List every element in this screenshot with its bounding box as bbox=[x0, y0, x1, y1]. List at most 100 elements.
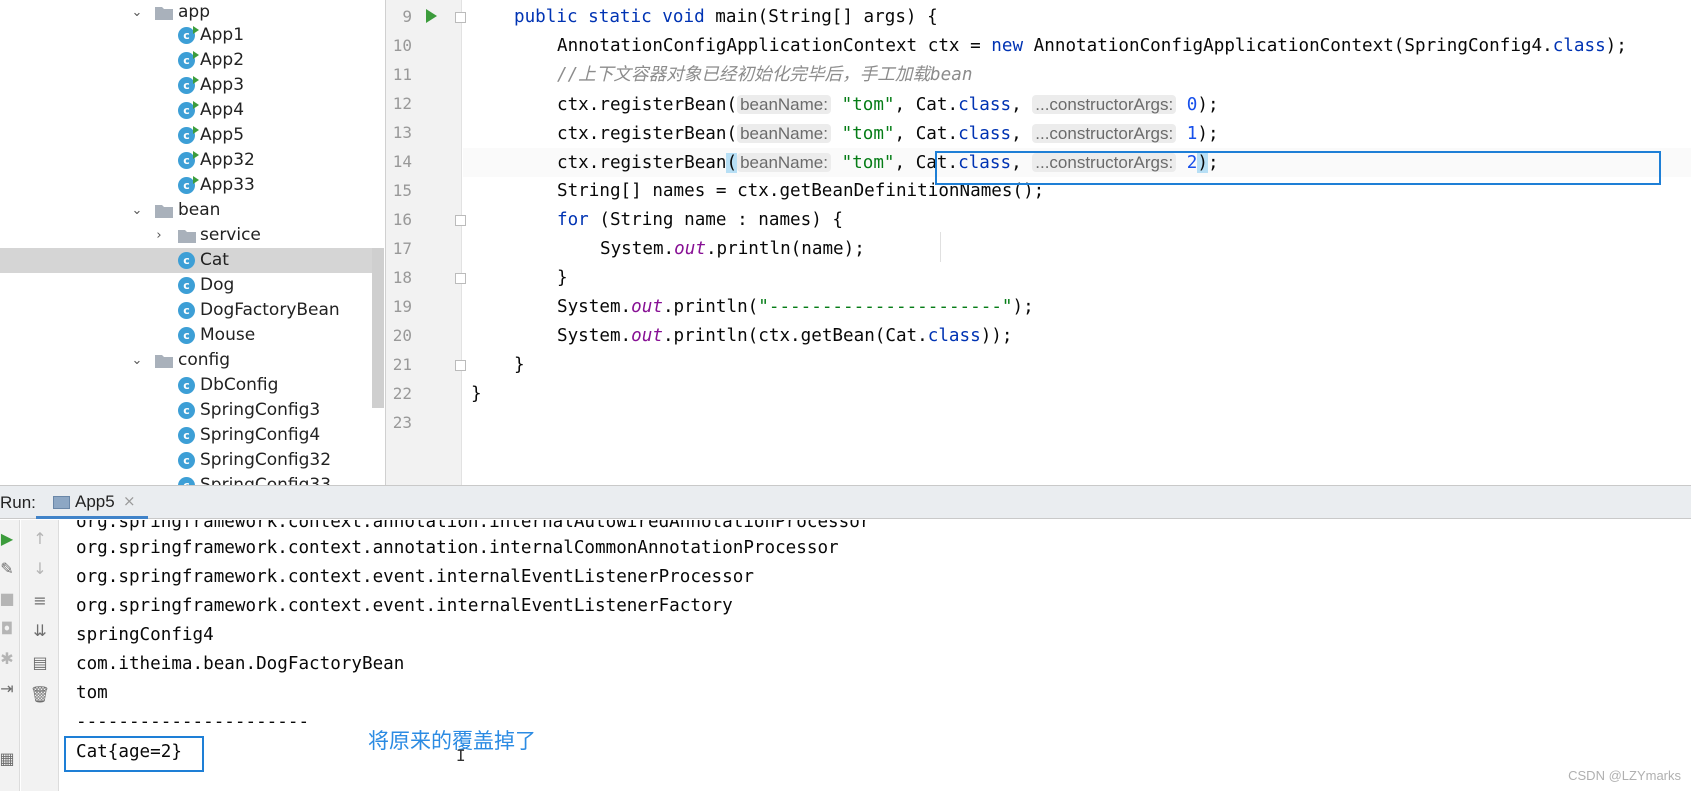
fold-icon[interactable] bbox=[455, 215, 466, 226]
project-tree: ⌄ app c App1 c App2 c App3 c App4 c App5… bbox=[0, 0, 385, 485]
camera-icon[interactable]: ◘ bbox=[0, 618, 14, 638]
code-line-19: System.out.println("--------------------… bbox=[557, 297, 1034, 317]
java-class-icon: c bbox=[178, 101, 199, 119]
line-number: 15 bbox=[392, 181, 412, 200]
tree-folder-service[interactable]: › service bbox=[0, 223, 372, 248]
tree-item-app32[interactable]: c App32 bbox=[0, 148, 372, 173]
tree-item-springconfig4[interactable]: c SpringConfig4 bbox=[0, 423, 372, 448]
java-class-icon: c bbox=[178, 26, 199, 44]
tree-item-cat[interactable]: c Cat bbox=[0, 248, 372, 273]
java-class-icon: c bbox=[178, 76, 199, 94]
run-tab-app5[interactable]: App5 × bbox=[36, 486, 148, 519]
code-line-20: System.out.println(ctx.getBean(Cat.class… bbox=[557, 326, 1013, 346]
tree-item-label: service bbox=[200, 225, 261, 245]
tree-item-springconfig3[interactable]: c SpringConfig3 bbox=[0, 398, 372, 423]
scroll-to-end-icon[interactable]: ⇊ bbox=[30, 620, 50, 640]
fold-icon[interactable] bbox=[455, 12, 466, 23]
param-hint: ...constructorArgs: bbox=[1032, 124, 1177, 143]
tree-item-dbconfig[interactable]: c DbConfig bbox=[0, 373, 372, 398]
tree-item-springconfig32[interactable]: c SpringConfig32 bbox=[0, 448, 372, 473]
folder-icon bbox=[155, 204, 173, 218]
tree-item-label: SpringConfig32 bbox=[200, 450, 332, 470]
java-class-icon: c bbox=[178, 427, 195, 444]
tree-item-app4[interactable]: c App4 bbox=[0, 98, 372, 123]
fold-icon[interactable] bbox=[455, 360, 466, 371]
tree-folder-config[interactable]: ⌄ config bbox=[0, 348, 372, 373]
chevron-down-icon[interactable]: ⌄ bbox=[130, 348, 144, 373]
arrow-up-icon[interactable]: ↑ bbox=[30, 528, 50, 548]
stop-icon[interactable]: ■ bbox=[0, 588, 15, 608]
rerun-icon[interactable]: ▶ bbox=[0, 528, 14, 548]
tree-scrollbar[interactable] bbox=[372, 248, 384, 408]
param-hint: beanName: bbox=[737, 95, 831, 114]
run-toolbar-right: ↑ ↓ ≡ ⇊ ▤ 🗑 bbox=[21, 520, 59, 791]
arrow-down-icon[interactable]: ↓ bbox=[30, 558, 50, 578]
run-toolbar-left: ▶ ✎ ■ ◘ ✱ ⇥ ▦ bbox=[0, 520, 20, 791]
run-window-title: Run: bbox=[0, 493, 36, 512]
tree-item-label: App5 bbox=[200, 125, 245, 145]
indent-guide bbox=[940, 232, 941, 262]
run-main-icon[interactable] bbox=[426, 9, 437, 23]
console-line: com.itheima.bean.DogFactoryBean bbox=[76, 654, 405, 674]
print-icon[interactable]: ▤ bbox=[30, 652, 50, 672]
tree-item-label: Cat bbox=[200, 250, 229, 270]
code-line-13: ctx.registerBean(beanName: "tom", Cat.cl… bbox=[557, 124, 1219, 144]
tree-item-app3[interactable]: c App3 bbox=[0, 73, 372, 98]
tree-item-mouse[interactable]: c Mouse bbox=[0, 323, 372, 348]
tree-item-label: App32 bbox=[200, 150, 255, 170]
line-number: 19 bbox=[392, 297, 412, 316]
java-class-icon: c bbox=[178, 327, 195, 344]
tree-folder-app[interactable]: ⌄ app bbox=[0, 0, 372, 25]
tree-item-label: DbConfig bbox=[200, 375, 279, 395]
tree-item-springconfig33[interactable]: c SpringConfig33 bbox=[0, 473, 372, 485]
line-number: 22 bbox=[392, 384, 412, 403]
code-line-11: //上下文容器对象已经初始化完毕后，手工加载bean bbox=[557, 65, 973, 85]
tree-item-label: App2 bbox=[200, 50, 245, 70]
java-class-icon: c bbox=[178, 126, 199, 144]
trash-icon[interactable]: 🗑 bbox=[30, 684, 50, 704]
console-output[interactable]: org.springframework.context.annotation.i… bbox=[60, 520, 1691, 791]
tree-item-app5[interactable]: c App5 bbox=[0, 123, 372, 148]
line-number: 23 bbox=[392, 413, 412, 432]
tree-item-dogfactorybean[interactable]: c DogFactoryBean bbox=[0, 298, 372, 323]
run-tab-label: App5 bbox=[75, 492, 115, 511]
chevron-down-icon[interactable]: ⌄ bbox=[130, 198, 144, 223]
line-number: 21 bbox=[392, 355, 412, 374]
line-number: 10 bbox=[392, 36, 412, 55]
text-cursor-icon: I bbox=[456, 746, 466, 765]
soft-wrap-icon[interactable]: ≡ bbox=[30, 590, 50, 610]
settings-icon[interactable]: ✱ bbox=[0, 648, 14, 668]
folder-icon bbox=[178, 229, 196, 243]
tree-item-app1[interactable]: c App1 bbox=[0, 23, 372, 48]
tree-item-app33[interactable]: c App33 bbox=[0, 173, 372, 198]
folder-icon bbox=[155, 354, 173, 368]
tree-item-label: App3 bbox=[200, 75, 245, 95]
layout-icon[interactable]: ▦ bbox=[0, 748, 15, 768]
java-class-icon: c bbox=[178, 377, 195, 394]
tree-item-label: app bbox=[178, 2, 210, 22]
line-number: 18 bbox=[392, 268, 412, 287]
close-icon[interactable]: × bbox=[123, 492, 136, 510]
wrench-icon[interactable]: ✎ bbox=[0, 558, 14, 578]
fold-icon[interactable] bbox=[455, 273, 466, 284]
tree-item-label: bean bbox=[178, 200, 221, 220]
chevron-right-icon[interactable]: › bbox=[152, 223, 166, 248]
java-class-icon: c bbox=[178, 477, 195, 485]
java-class-icon: c bbox=[178, 176, 199, 194]
tree-item-label: App1 bbox=[200, 25, 245, 45]
console-line: org.springframework.context.annotation.i… bbox=[76, 538, 839, 558]
exit-icon[interactable]: ⇥ bbox=[0, 678, 14, 698]
tree-item-dog[interactable]: c Dog bbox=[0, 273, 372, 298]
run-tool-window-header: Run: App5 × bbox=[0, 485, 1691, 519]
chevron-down-icon[interactable]: ⌄ bbox=[130, 0, 144, 25]
tree-item-label: Dog bbox=[200, 275, 235, 295]
tree-folder-bean[interactable]: ⌄ bean bbox=[0, 198, 372, 223]
line-number: 11 bbox=[392, 65, 412, 84]
tree-item-app2[interactable]: c App2 bbox=[0, 48, 372, 73]
tree-item-label: App4 bbox=[200, 100, 245, 120]
code-editor[interactable]: 9 10 11 12 13 14 15 16 17 18 19 20 21 22… bbox=[386, 0, 1691, 485]
console-highlight-box bbox=[64, 736, 204, 772]
line-number: 12 bbox=[392, 94, 412, 113]
line-number: 14 bbox=[392, 152, 412, 171]
java-class-icon: c bbox=[178, 252, 195, 269]
